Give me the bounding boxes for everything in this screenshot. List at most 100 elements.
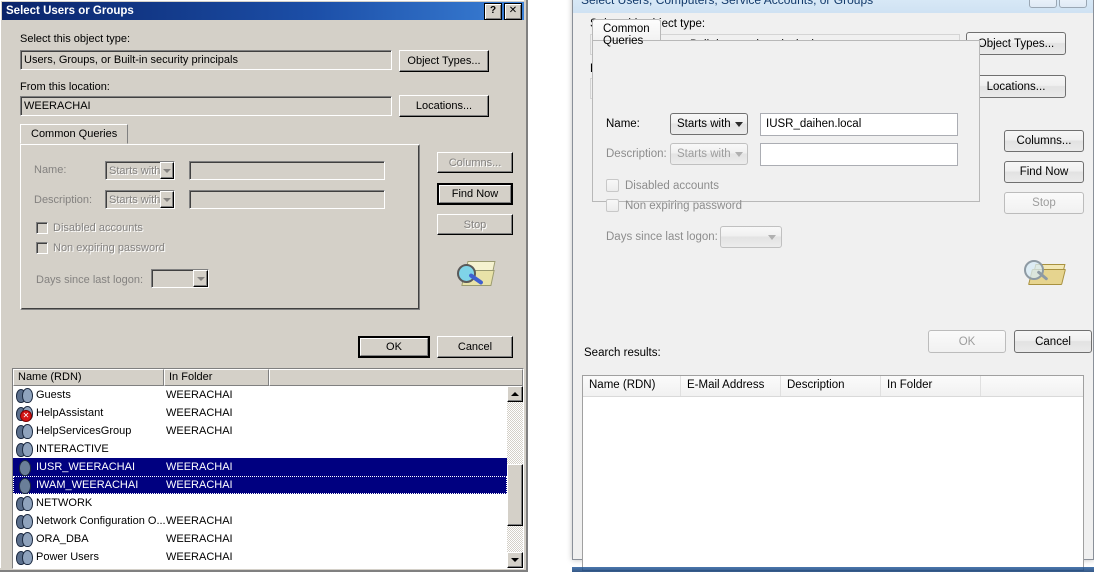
group-icon xyxy=(16,549,34,565)
checkbox-box xyxy=(36,222,48,234)
find-now-button[interactable]: Find Now xyxy=(1004,161,1084,183)
user-icon xyxy=(16,477,34,494)
aero-client-area: Select this object type: Users, Groups, … xyxy=(574,13,1092,571)
ok-button[interactable]: OK xyxy=(358,336,430,358)
non-expiring-password-checkbox[interactable]: Non expiring password xyxy=(606,199,742,212)
classic-dialog-title: Select Users or Groups xyxy=(6,5,134,17)
non-expiring-password-checkbox[interactable]: Non expiring password xyxy=(36,242,165,254)
object-type-label: Select this object type: xyxy=(20,33,131,45)
close-icon[interactable]: ✕ xyxy=(504,2,522,20)
object-types-button[interactable]: Object Types... xyxy=(966,32,1066,55)
object-types-button[interactable]: Object Types... xyxy=(399,50,489,72)
columns-button[interactable]: Columns... xyxy=(437,152,513,173)
column-header-email[interactable]: E-Mail Address xyxy=(681,376,781,396)
find-now-button[interactable]: Find Now xyxy=(437,183,513,205)
object-type-field[interactable]: Users, Groups, or Built-in security prin… xyxy=(20,50,392,70)
days-since-logon-select[interactable] xyxy=(151,269,209,288)
results-list[interactable]: Name (RDN) In Folder Guests WEERACHAI ✕ Hel… xyxy=(12,368,524,569)
description-operator-select[interactable]: Starts with xyxy=(670,143,748,165)
name-input[interactable] xyxy=(189,161,385,180)
aero-title-bar[interactable]: Select Users, Computers, Service Account… xyxy=(573,0,1093,13)
table-row[interactable]: IWAM_WEERACHAI WEERACHAI xyxy=(13,476,507,494)
chevron-down-icon xyxy=(763,234,781,240)
locations-button[interactable]: Locations... xyxy=(966,75,1066,98)
column-header-in-folder[interactable]: In Folder xyxy=(881,376,981,396)
ok-button[interactable]: OK xyxy=(928,330,1006,353)
checkbox-box xyxy=(606,199,619,212)
name-operator-select[interactable]: Starts with xyxy=(105,161,175,180)
days-since-logon-select[interactable] xyxy=(720,226,782,248)
name-operator-select[interactable]: Starts with xyxy=(670,113,748,135)
cell-name: IWAM_WEERACHAI xyxy=(34,479,166,491)
description-label: Description: xyxy=(34,194,93,206)
scroll-down-icon[interactable] xyxy=(507,552,523,568)
stop-button[interactable]: Stop xyxy=(1004,192,1084,214)
close-icon[interactable]: ✕ xyxy=(1059,0,1087,8)
scrollbar-thumb[interactable] xyxy=(507,464,523,526)
column-header-in-folder[interactable]: In Folder xyxy=(164,369,269,386)
cancel-button[interactable]: Cancel xyxy=(1014,330,1092,353)
description-operator-value: Starts with xyxy=(677,148,731,160)
cell-in-folder: WEERACHAI xyxy=(166,389,233,401)
search-results-list[interactable]: Name (RDN) E-Mail Address Description In… xyxy=(582,375,1084,571)
user-disabled-icon: ✕ xyxy=(16,405,34,422)
vertical-scrollbar[interactable] xyxy=(507,386,523,568)
table-row[interactable]: ORA_DBA WEERACHAI xyxy=(13,530,507,548)
table-row[interactable]: NETWORK xyxy=(13,494,507,512)
cell-name: INTERACTIVE xyxy=(36,443,109,455)
cell-in-folder: WEERACHAI xyxy=(166,461,233,473)
cell-in-folder: WEERACHAI xyxy=(166,479,233,491)
cell-name: Network Configuration O... xyxy=(36,515,166,527)
results-list-header: Name (RDN) In Folder xyxy=(13,369,523,386)
name-input[interactable]: IUSR_daihen.local xyxy=(760,113,958,136)
description-input[interactable] xyxy=(760,143,958,166)
table-row[interactable]: HelpServicesGroup WEERACHAI xyxy=(13,422,507,440)
cell-name: Guests xyxy=(36,389,71,401)
stop-button[interactable]: Stop xyxy=(437,214,513,235)
chevron-down-icon xyxy=(160,162,174,179)
search-results-header: Name (RDN) E-Mail Address Description In… xyxy=(583,376,1083,397)
help-button[interactable]: ? xyxy=(1029,0,1057,8)
table-row[interactable]: Power Users WEERACHAI xyxy=(13,548,507,566)
cell-name: Power Users xyxy=(36,551,99,563)
description-operator-select[interactable]: Starts with xyxy=(105,190,175,209)
location-field[interactable]: WEERACHAI xyxy=(20,96,392,116)
select-users-or-groups-dialog: Select Users or Groups ? ✕ Select this o… xyxy=(0,0,528,572)
name-label: Name: xyxy=(606,118,640,130)
disabled-accounts-checkbox[interactable]: Disabled accounts xyxy=(606,179,719,192)
scroll-up-icon[interactable] xyxy=(507,386,523,402)
columns-button[interactable]: Columns... xyxy=(1004,130,1084,152)
chevron-down-icon xyxy=(731,151,747,157)
classic-title-bar[interactable]: Select Users or Groups ? ✕ xyxy=(2,2,524,20)
checkbox-box xyxy=(606,179,619,192)
column-header-name[interactable]: Name (RDN) xyxy=(13,369,164,386)
locations-button[interactable]: Locations... xyxy=(399,95,489,117)
group-icon xyxy=(16,531,34,547)
table-row[interactable]: Guests WEERACHAI xyxy=(13,386,507,404)
help-button[interactable]: ? xyxy=(484,2,502,20)
tab-common-queries[interactable]: Common Queries xyxy=(592,19,661,47)
tab-common-queries[interactable]: Common Queries xyxy=(20,124,129,144)
column-header-filler xyxy=(981,376,1083,396)
name-operator-value: Starts with xyxy=(677,118,731,130)
cell-in-folder: WEERACHAI xyxy=(166,425,233,437)
group-icon xyxy=(16,441,34,457)
table-row[interactable]: IUSR_WEERACHAI WEERACHAI xyxy=(13,458,507,476)
table-row[interactable]: ✕ HelpAssistant WEERACHAI xyxy=(13,404,507,422)
chevron-down-icon xyxy=(731,121,747,127)
column-header-description[interactable]: Description xyxy=(781,376,881,396)
group-icon xyxy=(16,567,34,568)
cancel-button[interactable]: Cancel xyxy=(437,336,513,358)
group-icon xyxy=(16,387,34,403)
table-row[interactable]: Remote Desktop UsersWEERACHAI xyxy=(13,566,507,568)
table-row[interactable]: Network Configuration O... WEERACHAI xyxy=(13,512,507,530)
ok-label: OK xyxy=(360,338,428,356)
cell-in-folder: WEERACHAI xyxy=(166,407,233,419)
table-row[interactable]: INTERACTIVE xyxy=(13,440,507,458)
non-expiring-password-label: Non expiring password xyxy=(625,199,742,212)
cell-in-folder: WEERACHAI xyxy=(166,533,233,545)
disabled-accounts-checkbox[interactable]: Disabled accounts xyxy=(36,222,143,234)
column-header-name[interactable]: Name (RDN) xyxy=(583,376,681,396)
search-results-label: Search results: xyxy=(584,347,661,359)
description-input[interactable] xyxy=(189,190,385,209)
